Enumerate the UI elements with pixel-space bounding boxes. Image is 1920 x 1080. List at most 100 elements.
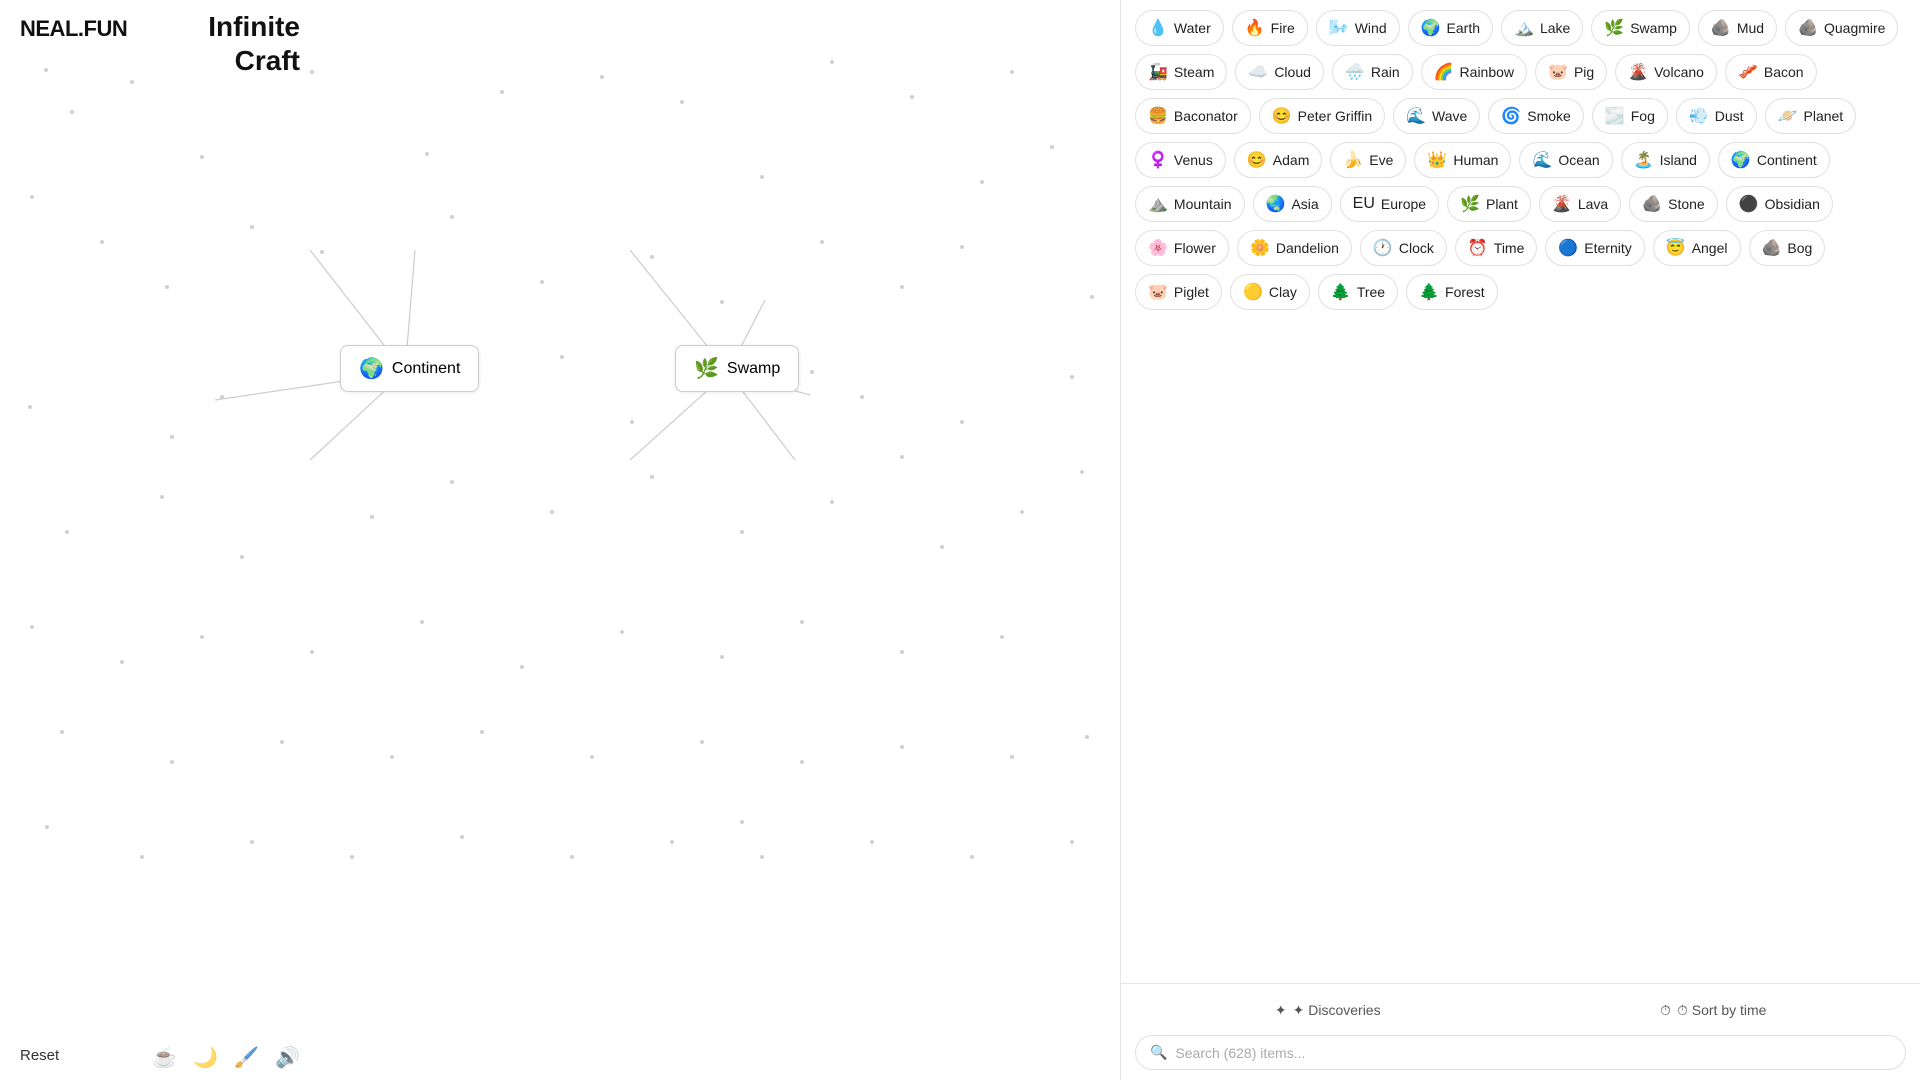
craft-item-label: Flower xyxy=(1174,240,1216,256)
craft-item[interactable]: 🌋Volcano xyxy=(1615,54,1717,90)
canvas-dot xyxy=(980,180,984,184)
craft-item[interactable]: 🌿Swamp xyxy=(1591,10,1690,46)
craft-item-label: Pig xyxy=(1574,64,1594,80)
canvas-dot xyxy=(140,855,144,859)
craft-item-label: Venus xyxy=(1174,152,1213,168)
craft-item[interactable]: 🌍Earth xyxy=(1408,10,1493,46)
continent-emoji: 🌍 xyxy=(359,356,384,381)
canvas-item-swamp[interactable]: 🌿 Swamp xyxy=(675,345,799,392)
canvas-dot xyxy=(165,285,169,289)
craft-item[interactable]: 🪨Mud xyxy=(1698,10,1777,46)
continent-label: Continent xyxy=(392,360,461,378)
craft-item-label: Clay xyxy=(1269,284,1297,300)
canvas-dot xyxy=(30,195,34,199)
craft-item[interactable]: 🌸Flower xyxy=(1135,230,1229,266)
search-icon: 🔍 xyxy=(1150,1044,1167,1061)
canvas-dot xyxy=(28,405,32,409)
craft-item[interactable]: 🍌Eve xyxy=(1330,142,1406,178)
craft-item[interactable]: ♀️Venus xyxy=(1135,142,1226,178)
canvas-dot xyxy=(450,480,454,484)
craft-item-emoji: 🌲 xyxy=(1419,282,1439,302)
discoveries-icon: ✦ xyxy=(1275,1002,1287,1019)
craft-item[interactable]: 👑Human xyxy=(1414,142,1511,178)
canvas-dot xyxy=(570,855,574,859)
craft-item-label: Dandelion xyxy=(1276,240,1339,256)
canvas-area[interactable]: NEAL.FUN InfiniteCraft 🌍 Continent xyxy=(0,0,1120,1080)
craft-item[interactable]: 🔵Eternity xyxy=(1545,230,1644,266)
craft-item-label: Volcano xyxy=(1654,64,1704,80)
craft-item[interactable]: 💧Water xyxy=(1135,10,1224,46)
canvas-dot xyxy=(45,825,49,829)
craft-item[interactable]: ☁️Cloud xyxy=(1235,54,1324,90)
craft-item[interactable]: 🍔Baconator xyxy=(1135,98,1251,134)
craft-item[interactable]: 🥓Bacon xyxy=(1725,54,1817,90)
canvas-dot xyxy=(1070,840,1074,844)
craft-item[interactable]: 🌊Ocean xyxy=(1519,142,1612,178)
app-container: NEAL.FUN InfiniteCraft 🌍 Continent xyxy=(0,0,1920,1080)
search-input[interactable] xyxy=(1175,1045,1891,1061)
craft-item[interactable]: 🌈Rainbow xyxy=(1421,54,1527,90)
craft-item[interactable]: ⏰Time xyxy=(1455,230,1538,266)
craft-item[interactable]: 🟡Clay xyxy=(1230,274,1310,310)
craft-item[interactable]: 🌍Continent xyxy=(1718,142,1830,178)
craft-item[interactable]: 🌊Wave xyxy=(1393,98,1480,134)
craft-item[interactable]: 🕐Clock xyxy=(1360,230,1447,266)
craft-item[interactable]: 💨Dust xyxy=(1676,98,1757,134)
canvas-dot xyxy=(960,245,964,249)
canvas-dot xyxy=(700,740,704,744)
canvas-dot xyxy=(740,820,744,824)
craft-item-emoji: 🪐 xyxy=(1778,106,1798,126)
craft-item[interactable]: 😊Peter Griffin xyxy=(1259,98,1385,134)
craft-item-emoji: 🌊 xyxy=(1532,150,1552,170)
reset-button[interactable]: Reset xyxy=(20,1047,59,1064)
canvas-dot xyxy=(590,755,594,759)
canvas-dots xyxy=(0,0,1120,1080)
craft-item[interactable]: ⛰️Mountain xyxy=(1135,186,1245,222)
craft-item[interactable]: 🌲Tree xyxy=(1318,274,1398,310)
craft-item-emoji: 🌍 xyxy=(1421,18,1441,38)
craft-item[interactable]: 🏝️Island xyxy=(1621,142,1710,178)
craft-item[interactable]: 🌼Dandelion xyxy=(1237,230,1352,266)
craft-item[interactable]: 😇Angel xyxy=(1653,230,1741,266)
craft-item[interactable]: 🪨Bog xyxy=(1749,230,1826,266)
craft-item[interactable]: 🌧️Rain xyxy=(1332,54,1413,90)
craft-item[interactable]: 🪐Planet xyxy=(1765,98,1857,134)
canvas-dot xyxy=(600,75,604,79)
craft-item[interactable]: 🌲Forest xyxy=(1406,274,1498,310)
craft-item[interactable]: 🌬️Wind xyxy=(1316,10,1400,46)
craft-item[interactable]: 🐷 Pig xyxy=(1535,54,1607,90)
craft-item-emoji: 🍌 xyxy=(1343,150,1363,170)
canvas-dot xyxy=(940,545,944,549)
craft-item[interactable]: 🐷Piglet xyxy=(1135,274,1222,310)
craft-item-emoji: 🌏 xyxy=(1266,194,1286,214)
craft-item[interactable]: EUEurope xyxy=(1340,186,1439,222)
craft-item-emoji: 🐷 xyxy=(1548,62,1568,82)
craft-item-label: Wind xyxy=(1355,20,1387,36)
discoveries-tab[interactable]: ✦ ✦ Discoveries xyxy=(1135,994,1521,1027)
craft-item[interactable]: 🌀Smoke xyxy=(1488,98,1584,134)
craft-item[interactable]: 🏔️Lake xyxy=(1501,10,1583,46)
craft-item-emoji: 🌿 xyxy=(1460,194,1480,214)
craft-item[interactable]: 🪨Quagmire xyxy=(1785,10,1898,46)
canvas-dot xyxy=(830,500,834,504)
craft-item[interactable]: 🔥Fire xyxy=(1232,10,1308,46)
search-bar[interactable]: 🔍 xyxy=(1135,1035,1906,1070)
canvas-dot xyxy=(970,855,974,859)
craft-item[interactable]: 🌿Plant xyxy=(1447,186,1531,222)
craft-item-emoji: 🌧️ xyxy=(1345,62,1365,82)
craft-item[interactable]: ⚫Obsidian xyxy=(1726,186,1833,222)
craft-item[interactable]: 🚂Steam xyxy=(1135,54,1227,90)
craft-item[interactable]: 🪨Stone xyxy=(1629,186,1718,222)
craft-item-label: Mud xyxy=(1737,20,1764,36)
craft-item[interactable]: 🌫️Fog xyxy=(1592,98,1668,134)
canvas-dot xyxy=(160,495,164,499)
canvas-dot xyxy=(810,370,814,374)
craft-item[interactable]: 😊Adam xyxy=(1234,142,1323,178)
canvas-item-continent[interactable]: 🌍 Continent xyxy=(340,345,479,392)
craft-item[interactable]: 🌋Lava xyxy=(1539,186,1621,222)
canvas-dot xyxy=(1010,70,1014,74)
canvas-dot xyxy=(680,100,684,104)
sort-tab[interactable]: ⏱ ⏱ Sort by time xyxy=(1521,994,1907,1027)
canvas-dot xyxy=(960,420,964,424)
craft-item[interactable]: 🌏Asia xyxy=(1253,186,1332,222)
